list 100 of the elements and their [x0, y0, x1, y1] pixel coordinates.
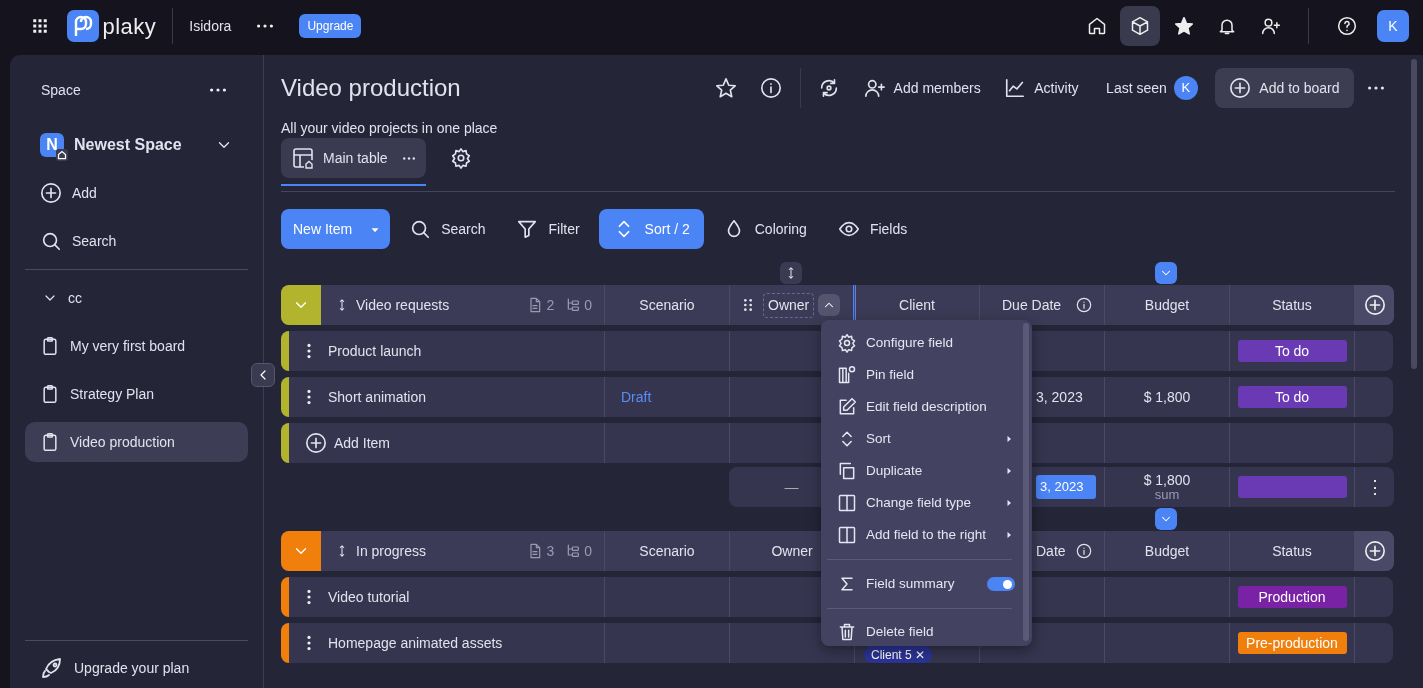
pin-icon	[837, 365, 857, 385]
edit-icon	[837, 397, 857, 417]
sum-value: $ 1,800	[1143, 472, 1191, 488]
more-icon	[256, 24, 275, 28]
fields-button[interactable]: Fields	[825, 209, 920, 249]
cell-text: 3, 2023	[1036, 387, 1083, 407]
add-members-button[interactable]: Add members	[853, 68, 991, 108]
plus-circle-icon	[1229, 77, 1252, 99]
item-name[interactable]: Short animation	[328, 386, 427, 408]
add-item-button[interactable]: Add Item	[299, 431, 397, 455]
info-icon	[760, 77, 783, 99]
star-icon	[714, 77, 737, 99]
column-header[interactable]: Date	[1036, 540, 1066, 562]
vertical-dots-icon	[307, 635, 311, 651]
menu-item[interactable]: Pin field	[821, 359, 1023, 391]
remove-tag-button[interactable]: ✕	[914, 645, 925, 664]
column-header[interactable]: Scenario	[639, 294, 695, 316]
column-header[interactable]: Owner	[771, 540, 813, 562]
sidebar-add-item[interactable]: Add	[25, 173, 248, 213]
item-count: 2	[546, 295, 555, 315]
group-color-stripe	[281, 423, 289, 463]
subitem-count: 0	[584, 295, 592, 315]
coloring-button[interactable]: Coloring	[710, 209, 819, 249]
vertical-dots-icon	[307, 389, 311, 405]
menu-item[interactable]: Edit field description	[821, 391, 1023, 423]
menu-item[interactable]: Configure field	[821, 327, 1023, 359]
menu-item[interactable]: Field summary	[821, 568, 1023, 600]
menu-item[interactable]: Change field type	[821, 487, 1023, 519]
date-chip: 3, 2023	[1036, 475, 1096, 499]
user-avatar[interactable]: K	[1173, 76, 1198, 100]
plus-circle-icon	[1363, 540, 1386, 562]
group-color-stripe	[281, 623, 289, 663]
collapse-column-button[interactable]	[1154, 262, 1177, 284]
duplicate-icon	[837, 461, 857, 481]
summary-toggle[interactable]	[987, 577, 1015, 591]
add-to-board-button[interactable]: Add to board	[1215, 68, 1354, 108]
space-selector[interactable]: N Newest Space	[25, 125, 248, 165]
search-button[interactable]: Search	[397, 209, 498, 249]
menu-item[interactable]: Sort	[821, 423, 1023, 455]
column-header[interactable]: Due Date	[1002, 294, 1062, 316]
gear-icon	[837, 333, 857, 353]
board-item[interactable]: Strategy Plan	[25, 374, 248, 414]
nav-button[interactable]	[1120, 6, 1160, 46]
table-view-icon	[291, 146, 315, 170]
column-menu-button[interactable]	[817, 294, 840, 316]
group-color-stripe	[281, 331, 289, 371]
board-item[interactable]: My very first board	[25, 326, 248, 366]
column-header[interactable]: Status	[1272, 294, 1312, 316]
collapse-sidebar-button[interactable]	[251, 363, 275, 387]
column-header[interactable]: Budget	[1144, 540, 1190, 562]
status-tag: Pre-production	[1237, 632, 1347, 654]
group-name[interactable]: In progress	[356, 540, 427, 562]
menu-item[interactable]: Delete field	[821, 617, 1023, 646]
view-tab[interactable]: Main table	[281, 138, 426, 178]
trash-icon	[837, 622, 857, 642]
search-icon	[409, 218, 432, 240]
upgrade-plan-link[interactable]: Upgrade your plan	[25, 641, 248, 688]
column-header[interactable]: Budget	[1144, 294, 1190, 316]
reorder-handle-button[interactable]	[780, 262, 803, 284]
group-name[interactable]: Video requests	[356, 294, 450, 316]
workspace-name[interactable]: Isidora	[189, 15, 232, 37]
activity-button[interactable]: Activity	[994, 68, 1089, 108]
columns-icon	[837, 493, 857, 513]
board-item[interactable]: Video production	[25, 422, 248, 462]
plus-circle-icon	[305, 432, 327, 454]
menu-item[interactable]: Add field to the right	[821, 519, 1023, 551]
gear-icon	[449, 147, 472, 169]
rocket-icon	[40, 656, 64, 680]
group-toggle-button[interactable]	[281, 531, 321, 571]
clipboard-icon	[40, 384, 60, 404]
column-header[interactable]: Scenario	[639, 540, 695, 562]
help-icon	[1336, 16, 1357, 36]
filter-icon	[516, 218, 539, 240]
clipboard-icon	[40, 432, 60, 452]
filter-button[interactable]: Filter	[504, 209, 592, 249]
user-avatar[interactable]: K	[1377, 10, 1409, 42]
sidebar-search-item[interactable]: Search	[25, 221, 248, 261]
scenario-link[interactable]: Draft	[621, 386, 652, 408]
item-name[interactable]: Video tutorial	[328, 586, 410, 608]
item-name[interactable]: Product launch	[328, 340, 422, 362]
summary-menu-button[interactable]: ⋮	[1362, 472, 1387, 502]
more-icon	[1367, 86, 1385, 90]
columns-icon	[837, 525, 857, 545]
upgrade-button[interactable]: Upgrade	[299, 14, 362, 38]
client-tag: Client 5 ✕	[864, 646, 932, 663]
column-header[interactable]: Owner	[763, 292, 815, 318]
item-name[interactable]: Homepage animated assets	[328, 632, 503, 654]
sort-button[interactable]: Sort / 2	[598, 209, 704, 249]
cell-text: —	[784, 477, 799, 497]
search-icon	[40, 230, 62, 252]
column-header[interactable]: Client	[899, 294, 935, 316]
more-icon	[209, 88, 227, 92]
vertical-dots-icon	[307, 589, 311, 605]
collapse-column-button[interactable]	[1154, 508, 1177, 530]
group-color-stripe	[281, 577, 289, 617]
home-badge-icon	[56, 149, 68, 161]
column-header[interactable]: Status	[1272, 540, 1312, 562]
folder-item[interactable]: cc	[25, 278, 248, 318]
group-toggle-button[interactable]	[281, 285, 321, 325]
menu-item[interactable]: Duplicate	[821, 455, 1023, 487]
